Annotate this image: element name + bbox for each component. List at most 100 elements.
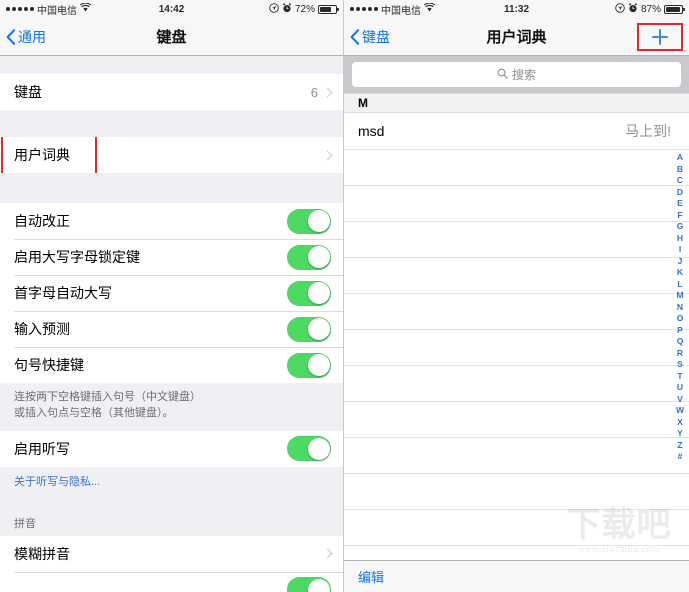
search-input[interactable]: 搜索 <box>352 62 681 87</box>
location-arrow-icon <box>269 2 279 16</box>
alphabet-index-letter[interactable]: G <box>677 221 684 233</box>
right-phone-screen: 中国电信 11:32 87% 键盘 用户词典 搜索 M msd 马上到! A B… <box>344 0 689 592</box>
alphabet-index-letter[interactable]: J <box>678 256 683 268</box>
page-title: 键盘 <box>156 29 187 46</box>
alphabet-index-letter[interactable]: H <box>677 233 683 245</box>
alphabet-index-letter[interactable]: Y <box>677 428 683 440</box>
alphabet-index-letter[interactable]: M <box>676 290 683 302</box>
keyboard-settings-group: 键盘 6 <box>0 74 343 110</box>
list-item-period-shortcut[interactable]: 句号快捷键 <box>0 347 343 383</box>
carrier-label: 中国电信 <box>381 5 421 17</box>
battery-percent-label: 87% <box>640 3 661 15</box>
list-item-dictionary-entry[interactable]: msd 马上到! <box>344 113 689 149</box>
keyboard-count-value: 6 <box>310 84 318 100</box>
entry-definition: 马上到! <box>625 123 671 139</box>
alphabet-index-letter[interactable]: B <box>677 164 683 176</box>
location-arrow-icon <box>615 2 625 16</box>
battery-percent-label: 72% <box>294 3 315 15</box>
toggle-predictive[interactable] <box>287 316 331 342</box>
entry-term: msd <box>358 123 385 139</box>
empty-row <box>344 221 689 257</box>
alphabet-index-letter[interactable]: V <box>677 394 683 406</box>
battery-icon <box>318 4 339 14</box>
dictation-group: 启用听写 <box>0 430 343 467</box>
status-bar: 中国电信 11:32 87% <box>344 0 689 18</box>
list-item-auto-capitalization[interactable]: 首字母自动大写 <box>0 275 343 311</box>
empty-row <box>344 185 689 221</box>
list-item-label: 用户词典 <box>14 147 70 163</box>
left-phone-screen: 中国电信 14:42 72% 通用 键盘 键盘 6 用户词典 自动改正 启用大写… <box>0 0 344 592</box>
bottom-toolbar: 编辑 <box>344 560 689 592</box>
period-shortcut-footnote: 连按两下空格键插入句号（中文键盘） 或插入句点与空格（其他键盘）。 <box>0 383 343 431</box>
alphabet-index-letter[interactable]: T <box>677 371 682 383</box>
alphabet-index-letter[interactable]: R <box>677 348 683 360</box>
list-item-label: 首字母自动大写 <box>14 285 112 301</box>
alphabet-index-letter[interactable]: # <box>678 451 683 463</box>
empty-row <box>344 257 689 293</box>
list-item-caps-lock[interactable]: 启用大写字母锁定键 <box>0 239 343 275</box>
toggle-caps-lock[interactable] <box>287 244 331 270</box>
back-button-label: 通用 <box>18 28 46 45</box>
alarm-clock-icon <box>628 2 638 16</box>
toggle-enable-dictation[interactable] <box>287 436 331 462</box>
wifi-icon <box>79 2 92 15</box>
toggle-period-shortcut[interactable] <box>287 352 331 378</box>
empty-row <box>344 401 689 437</box>
alphabet-index-letter[interactable]: C <box>677 175 683 187</box>
chevron-left-icon <box>6 28 16 45</box>
alphabet-index-letter[interactable]: K <box>677 267 683 279</box>
list-item-keyboards[interactable]: 键盘 6 <box>0 74 343 110</box>
back-button[interactable]: 通用 <box>6 27 46 47</box>
status-bar-right: 72% <box>269 2 339 16</box>
typing-options-group: 自动改正 启用大写字母锁定键 首字母自动大写 输入预测 句号快捷键 <box>0 203 343 383</box>
list-item-predictive[interactable]: 输入预测 <box>0 311 343 347</box>
back-button[interactable]: 键盘 <box>350 27 390 47</box>
alphabet-index-letter[interactable]: I <box>679 244 681 256</box>
alphabet-index-letter[interactable]: A <box>677 152 683 164</box>
alphabet-index-scrubber[interactable]: A B C D E F G H I J K L M N O P Q R S T U V W X Y Z # <box>673 152 687 463</box>
group-spacer <box>0 110 343 137</box>
plus-icon <box>652 28 668 45</box>
alphabet-index-letter[interactable]: O <box>677 313 684 325</box>
list-item-label: 自动改正 <box>14 213 70 229</box>
list-item-label: 句号快捷键 <box>14 357 84 373</box>
alphabet-index-letter[interactable]: S <box>677 359 683 371</box>
list-item-label: 模糊拼音 <box>14 545 70 562</box>
list-item-fuzzy-pinyin[interactable]: 模糊拼音 <box>0 535 343 572</box>
alarm-clock-icon <box>282 2 292 16</box>
list-item-enable-dictation[interactable]: 启用听写 <box>0 430 343 467</box>
toggle-auto-capitalization[interactable] <box>287 280 331 306</box>
toggle-auto-correction[interactable] <box>287 208 331 234</box>
empty-rows-area <box>344 149 689 581</box>
dictation-privacy-link[interactable]: 关于听写与隐私... <box>0 466 343 497</box>
dual-screenshot-container: 中国电信 14:42 72% 通用 键盘 键盘 6 用户词典 自动改正 启用大写… <box>0 0 689 592</box>
search-placeholder: 搜索 <box>511 68 536 82</box>
edit-button[interactable]: 编辑 <box>358 567 384 586</box>
empty-row <box>344 293 689 329</box>
alphabet-index-letter[interactable]: F <box>677 210 682 222</box>
search-bar-container: 搜索 <box>344 56 689 93</box>
toggle-partial-cutoff[interactable] <box>287 577 331 592</box>
pinyin-group: 模糊拼音 <box>0 535 343 592</box>
nav-bar: 通用 键盘 <box>0 18 343 56</box>
carrier-label: 中国电信 <box>37 5 77 17</box>
alphabet-index-letter[interactable]: U <box>677 382 683 394</box>
alphabet-index-letter[interactable]: P <box>677 325 683 337</box>
alphabet-index-letter[interactable]: L <box>677 279 682 291</box>
chevron-right-icon <box>322 87 333 97</box>
add-entry-button[interactable] <box>637 22 683 51</box>
alphabet-index-letter[interactable]: W <box>676 405 684 417</box>
list-item-auto-correction[interactable]: 自动改正 <box>0 203 343 239</box>
empty-row <box>344 509 689 545</box>
alphabet-index-letter[interactable]: X <box>677 417 683 429</box>
alphabet-index-letter[interactable]: N <box>677 302 683 314</box>
list-item-partial-cutoff[interactable] <box>0 571 343 592</box>
alphabet-index-letter[interactable]: D <box>677 187 683 199</box>
section-header-pinyin: 拼音 <box>0 496 343 536</box>
alphabet-index-letter[interactable]: Q <box>677 336 684 348</box>
signal-strength-dots <box>6 7 34 11</box>
alphabet-index-letter[interactable]: E <box>677 198 683 210</box>
alphabet-index-letter[interactable]: Z <box>677 440 682 452</box>
nav-bar: 键盘 用户词典 <box>344 18 689 56</box>
list-item-user-dictionary[interactable]: 用户词典 <box>0 137 343 173</box>
